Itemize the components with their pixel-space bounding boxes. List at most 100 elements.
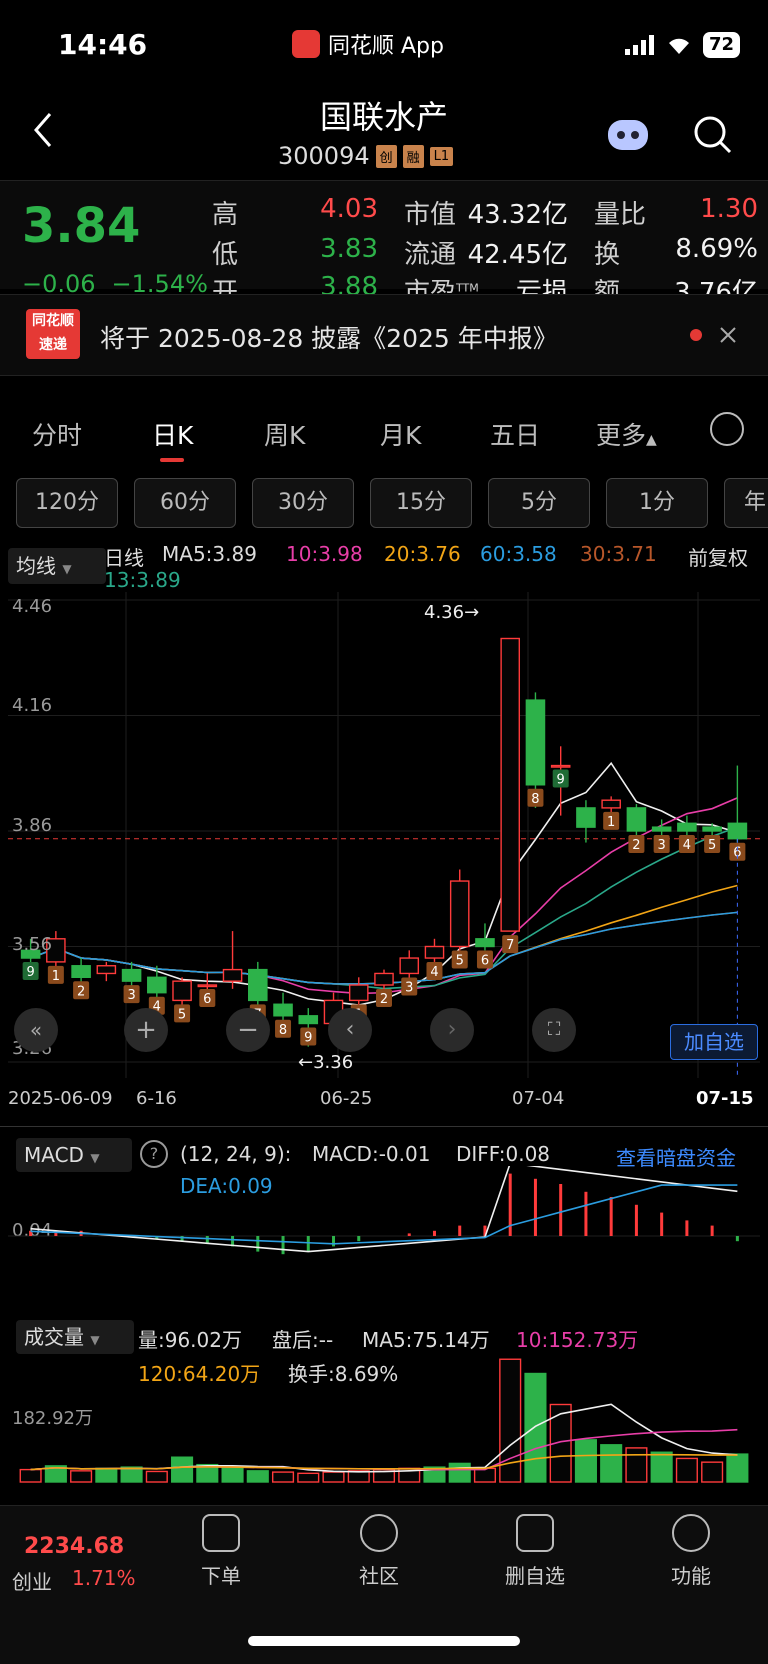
period-120[interactable]: 120分 xyxy=(16,478,118,528)
search-icon[interactable] xyxy=(692,114,734,156)
chevron-left-icon[interactable]: ‹ xyxy=(328,1008,372,1052)
volume-bar xyxy=(145,1470,168,1483)
vol-ma10: 10:152.73万 xyxy=(516,1328,639,1352)
nav-functions[interactable]: 功能 xyxy=(636,1514,746,1589)
seq-marker: 3 xyxy=(123,985,140,1004)
seq-number: 2 xyxy=(380,992,388,1007)
ma-selector[interactable]: 均线 ▼ xyxy=(8,548,106,584)
candle xyxy=(348,984,369,1002)
candle xyxy=(273,1003,293,1017)
tab-zhouk[interactable]: 周K xyxy=(264,416,305,452)
period-15[interactable]: 15分 xyxy=(370,478,472,528)
seq-number: 5 xyxy=(456,954,464,969)
seq-number: 3 xyxy=(405,980,413,995)
seq-marker: 5 xyxy=(174,1004,191,1023)
period-5[interactable]: 5分 xyxy=(488,478,590,528)
document-icon xyxy=(202,1514,240,1552)
after-hours: 盘后:-- xyxy=(272,1328,334,1352)
candle xyxy=(475,938,495,948)
candle xyxy=(374,972,394,986)
index-name: 创业 xyxy=(12,1570,52,1594)
vol-ma5: MA5:75.14万 xyxy=(362,1328,490,1352)
menu-icon xyxy=(672,1514,710,1552)
seq-marker: 3 xyxy=(653,835,670,853)
seq-marker: 2 xyxy=(628,835,645,853)
seq-marker: 4 xyxy=(426,962,443,981)
volume-label: 成交量 xyxy=(24,1325,84,1349)
status-app-name: 同花顺 App xyxy=(328,34,444,59)
tab-more[interactable]: 更多▲ xyxy=(596,416,657,452)
volume-bar xyxy=(448,1462,471,1483)
nav-community[interactable]: 社区 xyxy=(324,1514,434,1589)
candle xyxy=(399,957,420,975)
candle xyxy=(525,699,546,786)
tab-fenshi[interactable]: 分时 xyxy=(32,416,82,452)
nav-order-label: 下单 xyxy=(201,1564,241,1588)
minus-icon xyxy=(516,1514,554,1552)
seq-number: 1 xyxy=(607,815,615,830)
period-30[interactable]: 30分 xyxy=(252,478,354,528)
tag-l1: L1 xyxy=(429,146,454,166)
app-logo-icon xyxy=(292,30,320,58)
chevron-right-icon[interactable]: › xyxy=(430,1008,474,1052)
settings-icon[interactable] xyxy=(710,412,744,446)
volume-bar xyxy=(600,1444,623,1483)
macd-chart[interactable] xyxy=(8,1166,760,1300)
seq-number: 2 xyxy=(632,838,640,853)
tab-wuri[interactable]: 五日 xyxy=(490,416,540,452)
adjust-mode[interactable]: 前复权 xyxy=(688,542,748,571)
robot-icon[interactable] xyxy=(604,112,652,156)
y-tick-4: 3.56 xyxy=(12,934,53,955)
ma13-value: 13:3.89 xyxy=(104,568,181,592)
notice-dot xyxy=(690,329,702,341)
volume-bar xyxy=(625,1447,648,1483)
zoom-out-far-icon[interactable]: « xyxy=(14,1008,58,1052)
seq-number: 3 xyxy=(658,838,666,853)
zoom-out-icon[interactable]: − xyxy=(226,1008,270,1052)
notice-bar[interactable]: 同花顺 速递 将于 2025-08-28 披露《2025 年中报》 xyxy=(0,294,768,376)
candle xyxy=(71,965,91,979)
nav-remove-watchlist[interactable]: 删自选 xyxy=(480,1514,590,1589)
candle xyxy=(197,984,218,988)
seq-marker: 8 xyxy=(527,788,544,807)
close-icon[interactable] xyxy=(718,325,738,345)
seq-marker: 6 xyxy=(476,950,493,969)
index-value[interactable]: 2234.68 xyxy=(24,1534,124,1559)
add-watchlist-button[interactable]: 加自选 xyxy=(670,1024,758,1060)
seq-marker: 2 xyxy=(73,981,90,1000)
period-year[interactable]: 年 xyxy=(724,478,768,528)
zoom-in-icon[interactable]: + xyxy=(124,1008,168,1052)
volume-bar xyxy=(171,1456,194,1483)
tab-rik[interactable]: 日K xyxy=(152,416,193,452)
volume-bar xyxy=(675,1457,698,1483)
date-2: 6-16 xyxy=(136,1088,177,1109)
volume-bar xyxy=(95,1467,118,1483)
dropdown-icon: ▼ xyxy=(62,562,72,576)
kline-chart[interactable]: 9123456789123456789123456 xyxy=(8,592,760,1078)
candle xyxy=(601,799,621,809)
tab-underline xyxy=(160,458,184,462)
tag-chuang: 创 xyxy=(375,144,397,168)
dea-line xyxy=(30,1184,738,1245)
candle xyxy=(727,822,748,840)
high-value: 4.03 xyxy=(320,194,378,224)
vr-label: 量比 xyxy=(594,200,647,230)
y-tick-3: 3.86 xyxy=(12,815,53,836)
status-app: 同花顺 App xyxy=(292,28,444,60)
seq-number: 5 xyxy=(178,1007,186,1022)
diff-line xyxy=(30,1166,738,1253)
period-60[interactable]: 60分 xyxy=(134,478,236,528)
period-1[interactable]: 1分 xyxy=(606,478,708,528)
volume-chart[interactable] xyxy=(8,1350,760,1486)
nav-order[interactable]: 下单 xyxy=(166,1514,276,1589)
volume-bar xyxy=(473,1467,497,1483)
candle xyxy=(96,965,117,975)
candle xyxy=(248,968,268,1002)
volume-selector[interactable]: 成交量 ▼ xyxy=(16,1320,134,1354)
candle xyxy=(500,637,520,932)
volume-bar xyxy=(246,1470,269,1483)
fullscreen-icon[interactable]: ⛶ xyxy=(532,1008,576,1052)
volume-bar xyxy=(524,1372,547,1483)
help-icon[interactable]: ? xyxy=(140,1140,168,1168)
tab-yuek[interactable]: 月K xyxy=(380,416,421,452)
